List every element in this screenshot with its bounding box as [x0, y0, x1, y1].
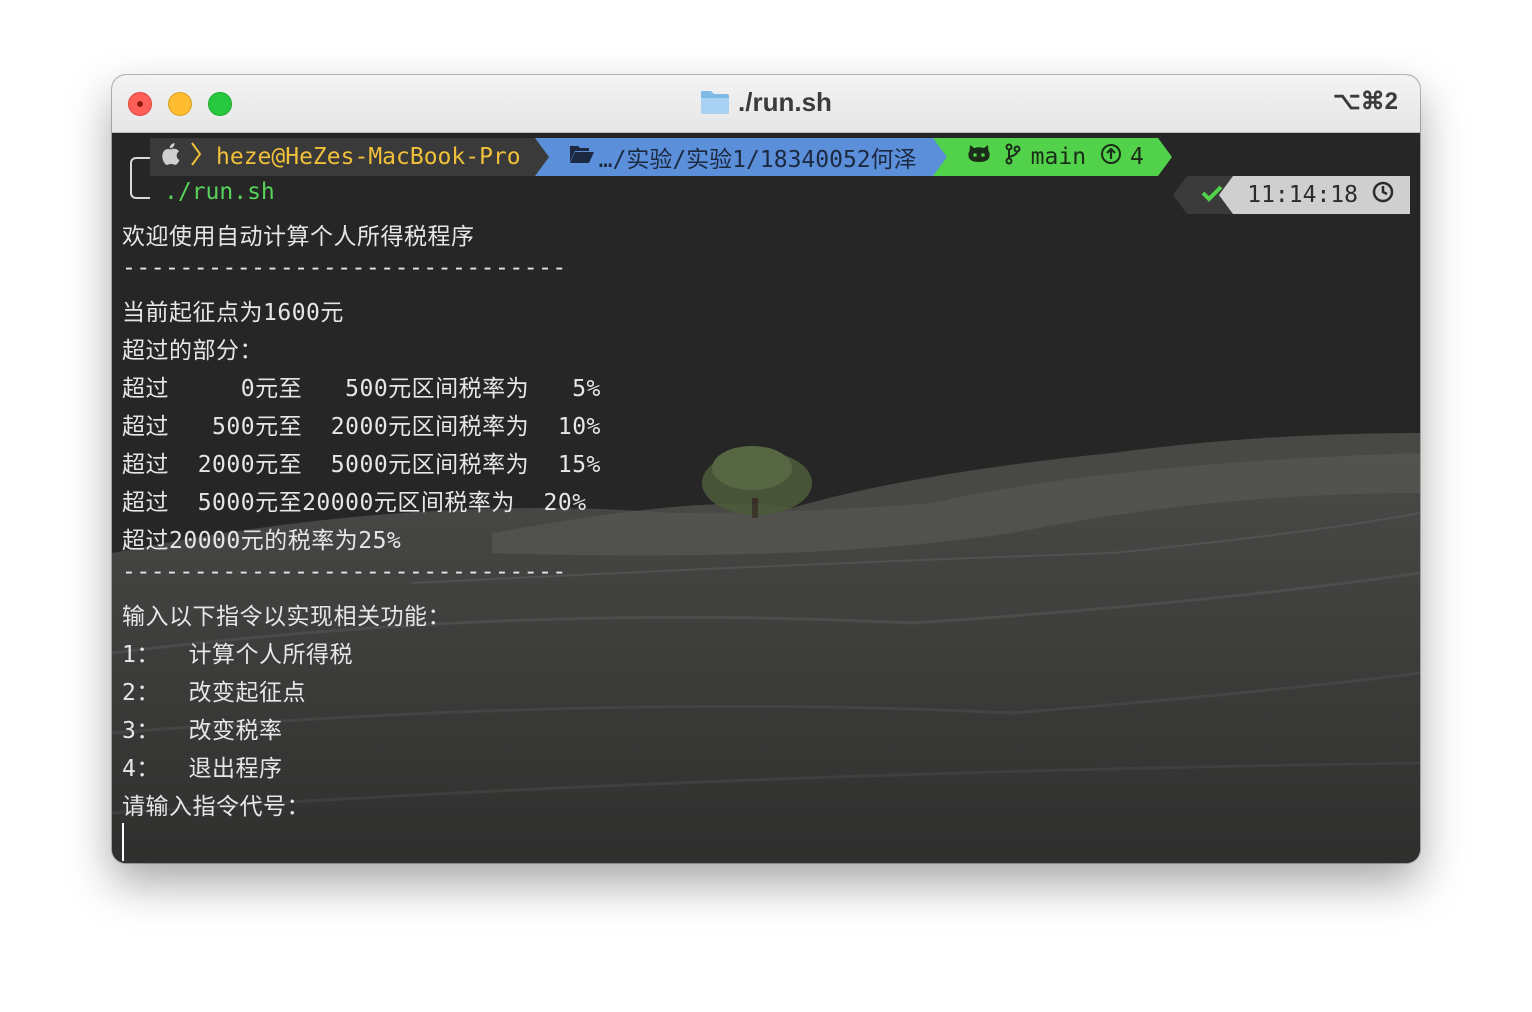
output-line: 超过 500元至 2000元区间税率为 10%: [122, 414, 601, 440]
folder-icon: [700, 89, 730, 122]
output-line: 当前起征点为1600元: [122, 300, 344, 326]
git-branch-name: main: [1030, 144, 1087, 170]
git-ahead-count: 4: [1130, 144, 1144, 170]
prompt-bar: heze@HeZes-MacBook-Pro …/实验/实验1/18340052…: [150, 138, 1172, 176]
entered-command: ./run.sh: [164, 179, 275, 205]
prompt-git-segment: main 4: [946, 138, 1158, 176]
git-branch-icon: [1005, 143, 1021, 171]
output-line: 输入以下指令以实现相关功能：: [122, 604, 451, 630]
output-line: 超过 2000元至 5000元区间税率为 15%: [122, 452, 601, 478]
prompt-user-segment: heze@HeZes-MacBook-Pro: [150, 138, 535, 176]
window-title-text: ./run.sh: [738, 87, 832, 117]
right-prompt-status: 11:14:18: [1173, 176, 1410, 214]
output-line: -------------------------------: [122, 559, 567, 585]
output-line: 超过的部分：: [122, 338, 263, 364]
output-line: 超过20000元的税率为25%: [122, 528, 402, 554]
arrow-up-circle-icon: [1100, 143, 1122, 171]
time-segment: 11:14:18: [1219, 176, 1410, 214]
output-line: 2： 改变起征点: [122, 680, 307, 706]
output-line: -------------------------------: [122, 255, 567, 281]
user-host: heze@HeZes-MacBook-Pro: [216, 144, 521, 170]
text-cursor[interactable]: [122, 823, 124, 861]
folder-open-icon: [569, 144, 595, 170]
github-icon: [967, 143, 991, 171]
title-bar[interactable]: ./run.sh ⌥⌘2: [112, 75, 1420, 133]
apple-icon: [162, 143, 180, 171]
terminal-content[interactable]: heze@HeZes-MacBook-Pro …/实验/实验1/18340052…: [112, 133, 1420, 863]
prompt-bracket: [130, 157, 150, 199]
terminal-window: ./run.sh ⌥⌘2 heze@HeZes-MacBook-Pro …/实验…: [112, 75, 1420, 863]
current-path: …/实验/实验1/18340052何泽: [598, 147, 917, 173]
tab-shortcut-label: ⌥⌘2: [1332, 88, 1398, 115]
chevron-right-icon: [190, 141, 202, 173]
prompt-separator: [534, 138, 549, 176]
window-title: ./run.sh: [112, 87, 1420, 122]
output-line: 1： 计算个人所得税: [122, 642, 354, 668]
prompt-path-segment: …/实验/实验1/18340052何泽: [548, 138, 933, 176]
prompt-separator: [1157, 138, 1172, 176]
output-line: 超过 5000元至20000元区间税率为 20%: [122, 490, 587, 516]
output-line: 超过 0元至 500元区间税率为 5%: [122, 376, 601, 402]
input-prompt-line: 请输入指令代号：: [122, 794, 310, 820]
output-line: 4： 退出程序: [122, 756, 283, 782]
prompt-separator: [932, 138, 947, 176]
output-line: 欢迎使用自动计算个人所得税程序: [122, 224, 475, 250]
clock-time: 11:14:18: [1247, 182, 1358, 208]
clock-icon: [1372, 181, 1394, 209]
output-line: 3： 改变税率: [122, 718, 283, 744]
